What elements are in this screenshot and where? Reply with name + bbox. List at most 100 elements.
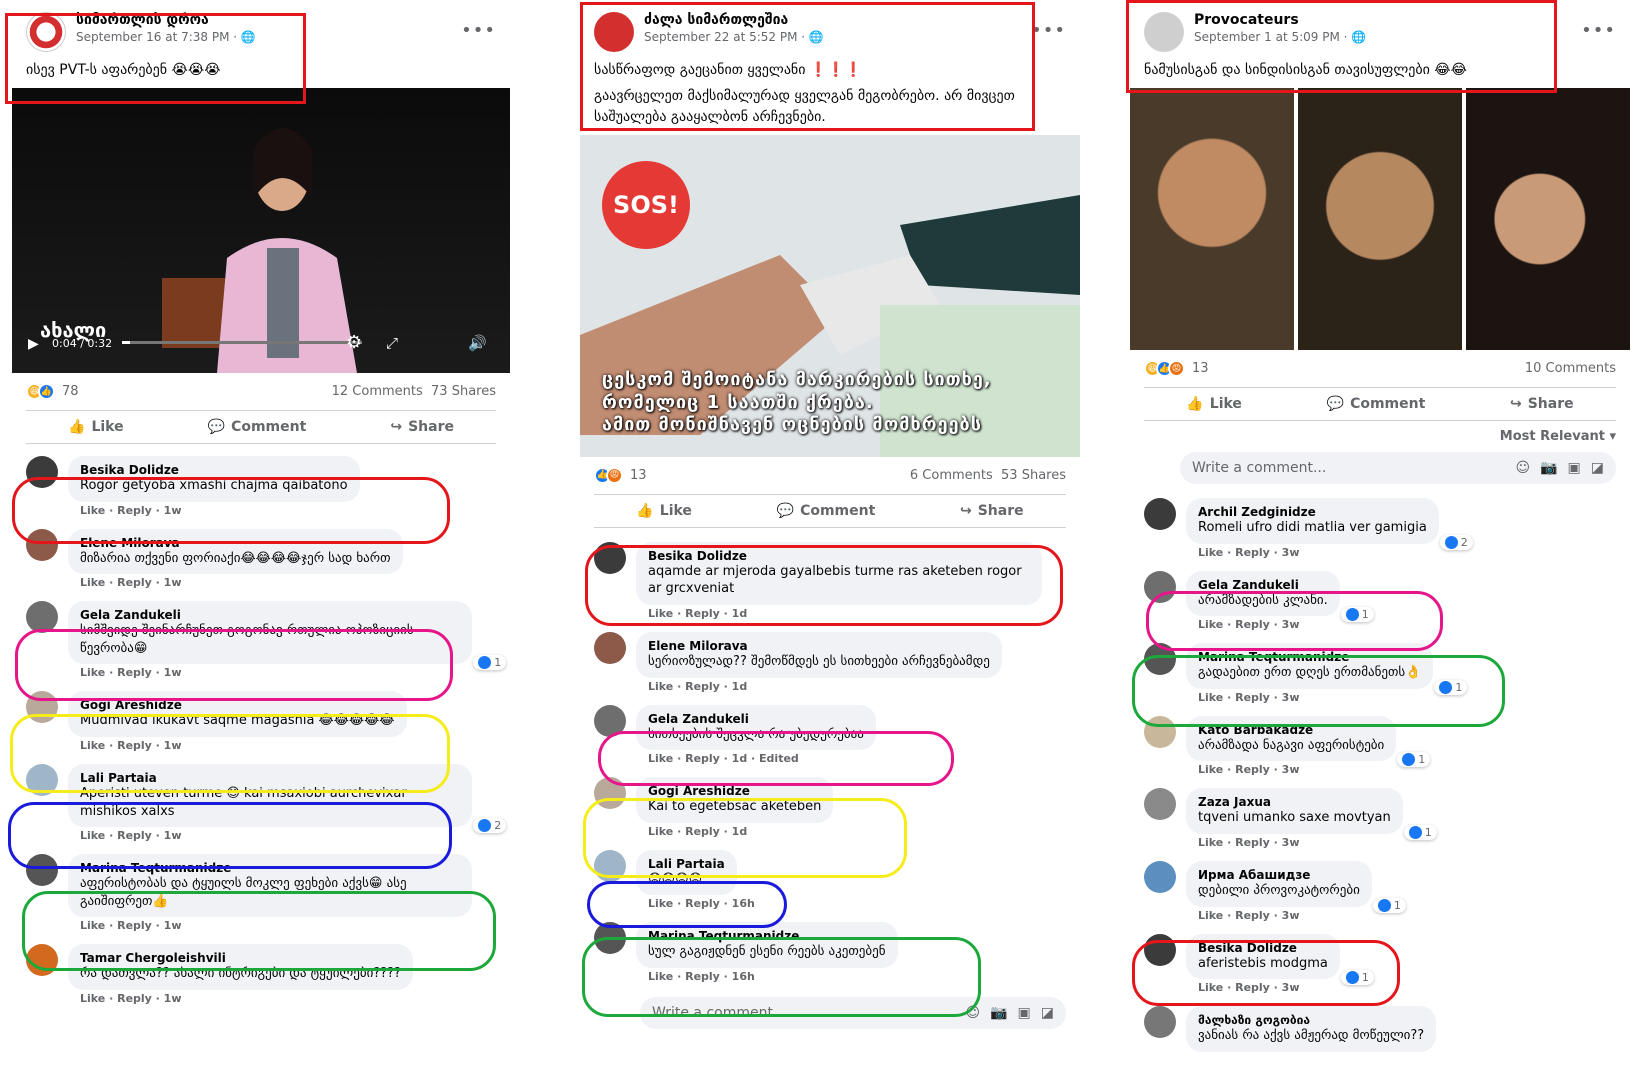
commenter-avatar[interactable] [26, 764, 58, 797]
reaction-count[interactable]: 13 [630, 468, 647, 483]
like-button[interactable]: 👍 Like [68, 419, 124, 435]
gif-icon[interactable]: ▣ [1018, 1005, 1031, 1021]
comment-like-count[interactable]: 1 [1372, 897, 1406, 913]
share-button[interactable]: ↪ Share [390, 419, 454, 435]
commenter-avatar[interactable] [594, 541, 626, 574]
commenter-avatar[interactable] [1144, 570, 1176, 603]
commenter-name[interactable]: მალხაზი გოგობია [1198, 1013, 1424, 1027]
commenter-name[interactable]: Besika Dolidze [80, 463, 348, 477]
shares-count[interactable]: 73 Shares [431, 384, 496, 399]
comment-actions[interactable]: Like · Reply · 1w [68, 502, 360, 523]
comment-actions[interactable]: Like · Reply · 1w [68, 664, 472, 685]
comment-actions[interactable]: Like · Reply · 16h [636, 895, 767, 916]
share-button[interactable]: ↪ Share [960, 503, 1024, 519]
commenter-name[interactable]: Ирма Абашидзе [1198, 868, 1360, 882]
commenter-name[interactable]: Marina Teqturmanidze [1198, 650, 1421, 664]
commenter-avatar[interactable] [26, 854, 58, 887]
comment-actions[interactable]: Like · Reply · 1d [636, 678, 1002, 699]
volume-icon[interactable]: 🔊 [468, 334, 487, 352]
commenter-name[interactable]: Archil Zedginidze [1198, 505, 1427, 519]
commenter-avatar[interactable] [1144, 1006, 1176, 1039]
commenter-avatar[interactable] [594, 704, 626, 737]
comment-like-count[interactable]: 1 [1340, 970, 1374, 986]
comment-actions[interactable]: Like · Reply · 1d [636, 605, 1042, 626]
commenter-avatar[interactable] [1144, 498, 1176, 531]
comment-like-count[interactable]: 2 [1439, 534, 1473, 550]
commenter-avatar[interactable] [594, 849, 626, 882]
page-name[interactable]: Provocateurs [1194, 12, 1366, 28]
settings-icon[interactable]: ⚙ [346, 332, 362, 353]
comment-sort-dropdown[interactable]: Most Relevant ▾ [1130, 421, 1630, 444]
commenter-avatar[interactable] [26, 601, 58, 634]
commenter-avatar[interactable] [26, 456, 58, 489]
comment-like-count[interactable]: 1 [473, 655, 507, 671]
commenter-name[interactable]: Lali Partaia [80, 771, 460, 785]
comments-count[interactable]: 10 Comments [1525, 361, 1616, 376]
commenter-avatar[interactable] [594, 777, 626, 810]
sticker-icon[interactable]: ◪ [1041, 1005, 1054, 1021]
commenter-avatar[interactable] [594, 631, 626, 664]
commenter-avatar[interactable] [26, 691, 58, 724]
commenter-name[interactable]: Marina Teqturmanidze [648, 929, 886, 943]
page-name[interactable]: სიმართლის დროა [76, 12, 256, 28]
comments-count[interactable]: 12 Comments [332, 384, 423, 399]
commenter-name[interactable]: Kato Barbakadze [1198, 723, 1384, 737]
commenter-name[interactable]: Marina Teqturmanidze [80, 861, 460, 875]
commenter-name[interactable]: Gela Zandukeli [648, 712, 864, 726]
share-button[interactable]: ↪ Share [1510, 396, 1574, 412]
comment-actions[interactable]: Like · Reply · 3w [1186, 689, 1433, 710]
commenter-avatar[interactable] [1144, 715, 1176, 748]
commenter-name[interactable]: Elene Milorava [80, 536, 391, 550]
comment-actions[interactable]: Like · Reply · 1d · Edited [636, 750, 876, 771]
commenter-name[interactable]: Gogi Areshidze [80, 698, 395, 712]
comment-like-count[interactable]: 1 [1403, 825, 1437, 841]
more-options-icon[interactable]: ••• [1581, 20, 1616, 41]
commenter-avatar[interactable] [26, 944, 58, 977]
comment-button[interactable]: 💬 Comment [208, 419, 307, 435]
reaction-count[interactable]: 78 [62, 384, 79, 399]
reaction-count[interactable]: 13 [1192, 361, 1209, 376]
page-avatar[interactable] [594, 12, 634, 52]
commenter-avatar[interactable] [26, 528, 58, 561]
write-comment-input[interactable]: Write a comment... ☺ 📷 ▣ ◪ [1180, 452, 1616, 485]
page-name[interactable]: ძალა სიმართლეშია [644, 12, 824, 28]
comment-like-count[interactable]: 2 [473, 818, 507, 834]
comment-actions[interactable]: Like · Reply · 1w [68, 990, 413, 1011]
commenter-name[interactable]: Besika Dolidze [648, 549, 1030, 563]
post-time[interactable]: September 16 at 7:38 PM · [76, 30, 241, 44]
commenter-avatar[interactable] [1144, 933, 1176, 966]
fullscreen-icon[interactable]: ⤢ [386, 334, 398, 352]
commenter-name[interactable]: Lali Partaia [648, 857, 725, 871]
post-video[interactable]: ახალი ▶ 0:04 / 0:32 ⚙ ⤢ 🔊 [12, 88, 510, 374]
more-options-icon[interactable]: ••• [1031, 20, 1066, 41]
commenter-name[interactable]: Gela Zandukeli [1198, 578, 1328, 592]
commenter-name[interactable]: Gogi Areshidze [648, 784, 821, 798]
sticker-icon[interactable]: ◪ [1591, 460, 1604, 476]
comment-actions[interactable]: Like · Reply · 3w [1186, 544, 1439, 565]
emoji-icon[interactable]: ☺ [1515, 460, 1530, 476]
commenter-name[interactable]: Elene Milorava [648, 639, 990, 653]
comment-actions[interactable]: Like · Reply · 3w [1186, 907, 1372, 928]
page-avatar[interactable] [1144, 12, 1184, 52]
commenter-name[interactable]: Zaza Jaxua [1198, 795, 1391, 809]
commenter-name[interactable]: Gela Zandukeli [80, 608, 460, 622]
comment-like-count[interactable]: 1 [1340, 607, 1374, 623]
commenter-avatar[interactable] [1144, 861, 1176, 894]
comment-button[interactable]: 💬 Comment [1327, 396, 1426, 412]
comment-button[interactable]: 💬 Comment [777, 503, 876, 519]
comment-actions[interactable]: Like · Reply · 3w [1186, 616, 1340, 637]
comment-actions[interactable]: Like · Reply · 1w [68, 827, 472, 848]
comment-actions[interactable]: Like · Reply · 3w [1186, 761, 1396, 782]
page-avatar[interactable] [26, 12, 66, 52]
commenter-name[interactable]: Besika Dolidze [1198, 941, 1328, 955]
comments-count[interactable]: 6 Comments [910, 468, 993, 483]
comment-actions[interactable]: Like · Reply · 1w [68, 574, 403, 595]
comment-actions[interactable]: Like · Reply · 3w [1186, 834, 1403, 855]
post-image[interactable]: SOS! ცესკომ შემოიტანა მარკირების სითხე, … [580, 134, 1080, 457]
comment-actions[interactable]: Like · Reply · 16h [636, 968, 898, 989]
post-image[interactable] [1130, 88, 1630, 351]
emoji-icon[interactable]: ☺ [965, 1005, 980, 1021]
post-time[interactable]: September 1 at 5:09 PM · [1194, 30, 1351, 44]
comment-actions[interactable]: Like · Reply · 1w [68, 737, 407, 758]
commenter-avatar[interactable] [1144, 788, 1176, 821]
